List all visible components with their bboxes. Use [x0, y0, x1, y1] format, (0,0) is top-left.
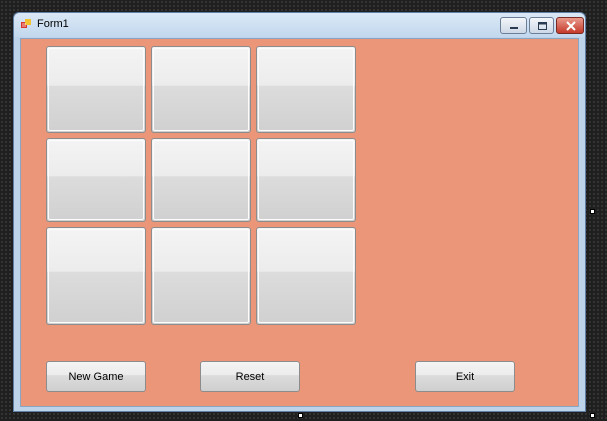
new-game-button[interactable]: New Game — [46, 361, 146, 392]
board-cell-2[interactable] — [151, 46, 251, 133]
board-cell-3[interactable] — [256, 46, 356, 133]
minimize-icon — [510, 27, 518, 29]
minimize-button[interactable] — [500, 17, 527, 34]
resize-handle-corner[interactable] — [590, 413, 595, 418]
close-icon — [566, 21, 576, 31]
maximize-button[interactable] — [529, 17, 554, 34]
resize-handle-bottom[interactable] — [298, 413, 303, 418]
window-title: Form1 — [37, 18, 69, 30]
board-cell-8[interactable] — [151, 227, 251, 325]
close-button[interactable] — [556, 17, 584, 34]
title-bar[interactable]: Form1 — [14, 13, 585, 37]
form-client-area: New Game Reset Exit — [20, 38, 579, 407]
board-cell-5[interactable] — [151, 138, 251, 222]
form-window[interactable]: Form1 New Game Reset Exit — [13, 12, 586, 412]
board-cell-4[interactable] — [46, 138, 146, 222]
form-app-icon — [21, 19, 31, 28]
reset-button[interactable]: Reset — [200, 361, 300, 392]
board-cell-1[interactable] — [46, 46, 146, 133]
board-cell-9[interactable] — [256, 227, 356, 325]
exit-button[interactable]: Exit — [415, 361, 515, 392]
board-cell-6[interactable] — [256, 138, 356, 222]
maximize-icon — [538, 22, 547, 30]
resize-handle-right[interactable] — [590, 209, 595, 214]
board-cell-7[interactable] — [46, 227, 146, 325]
